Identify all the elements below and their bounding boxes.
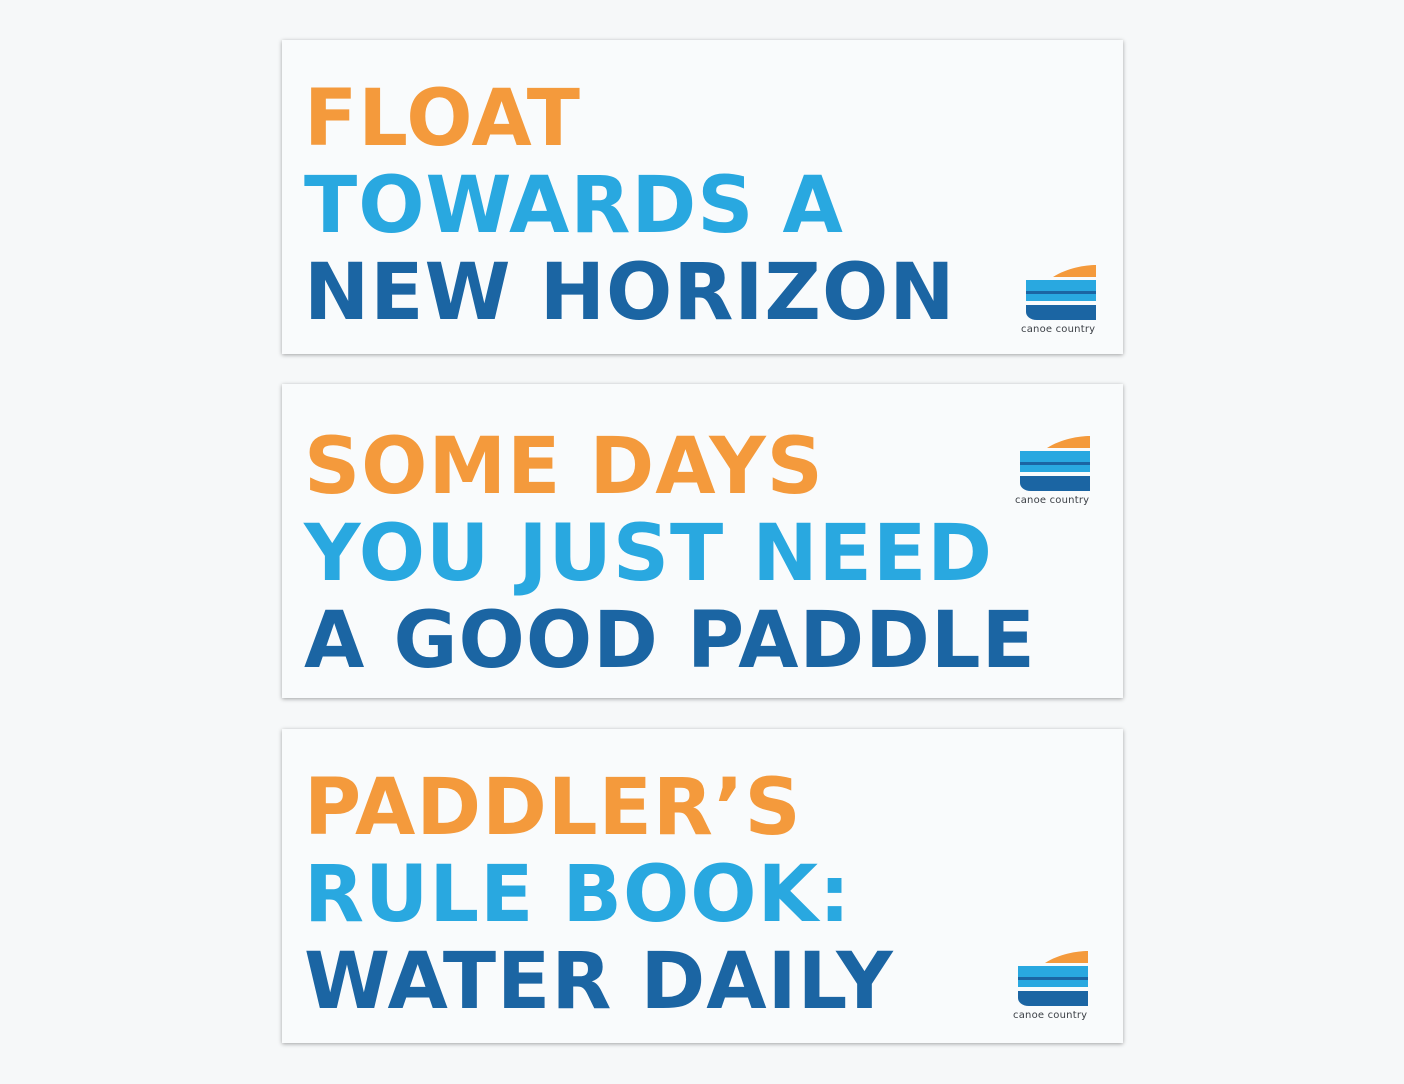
headline-line-1: PADDLER’S [304, 763, 802, 853]
headline-line-2: TOWARDS A [304, 161, 844, 251]
poster-stage: FLOAT TOWARDS A NEW HORIZON canoe countr… [0, 0, 1404, 1084]
canoe-country-logo: canoe country [1013, 948, 1093, 1026]
headline-line-3: WATER DAILY [304, 937, 894, 1027]
banner-headline: SOME DAYS YOU JUST NEED A GOOD PADDLE [304, 424, 1036, 685]
canoe-logo-icon [1020, 436, 1090, 491]
logo-wordmark: canoe country [1013, 1010, 1088, 1021]
canoe-logo-icon [1026, 265, 1096, 320]
banner-paddlers-rule-book: PADDLER’S RULE BOOK: WATER DAILY canoe c… [282, 729, 1123, 1043]
logo-wordmark: canoe country [1021, 324, 1096, 335]
banner-some-days-paddle: SOME DAYS YOU JUST NEED A GOOD PADDLE ca… [282, 384, 1123, 698]
headline-line-3: NEW HORIZON [304, 248, 956, 338]
banner-headline: FLOAT TOWARDS A NEW HORIZON [304, 76, 956, 337]
headline-line-2: RULE BOOK: [304, 850, 852, 940]
canoe-logo-icon [1018, 951, 1088, 1006]
logo-wordmark: canoe country [1015, 495, 1090, 506]
headline-line-2: YOU JUST NEED [304, 509, 993, 599]
headline-line-3: A GOOD PADDLE [304, 596, 1036, 686]
headline-line-1: SOME DAYS [304, 422, 824, 512]
canoe-country-logo: canoe country [1015, 433, 1095, 511]
canoe-country-logo: canoe country [1021, 262, 1101, 340]
banner-float-towards-horizon: FLOAT TOWARDS A NEW HORIZON canoe countr… [282, 40, 1123, 354]
banner-headline: PADDLER’S RULE BOOK: WATER DAILY [304, 765, 894, 1026]
headline-line-1: FLOAT [304, 74, 581, 164]
